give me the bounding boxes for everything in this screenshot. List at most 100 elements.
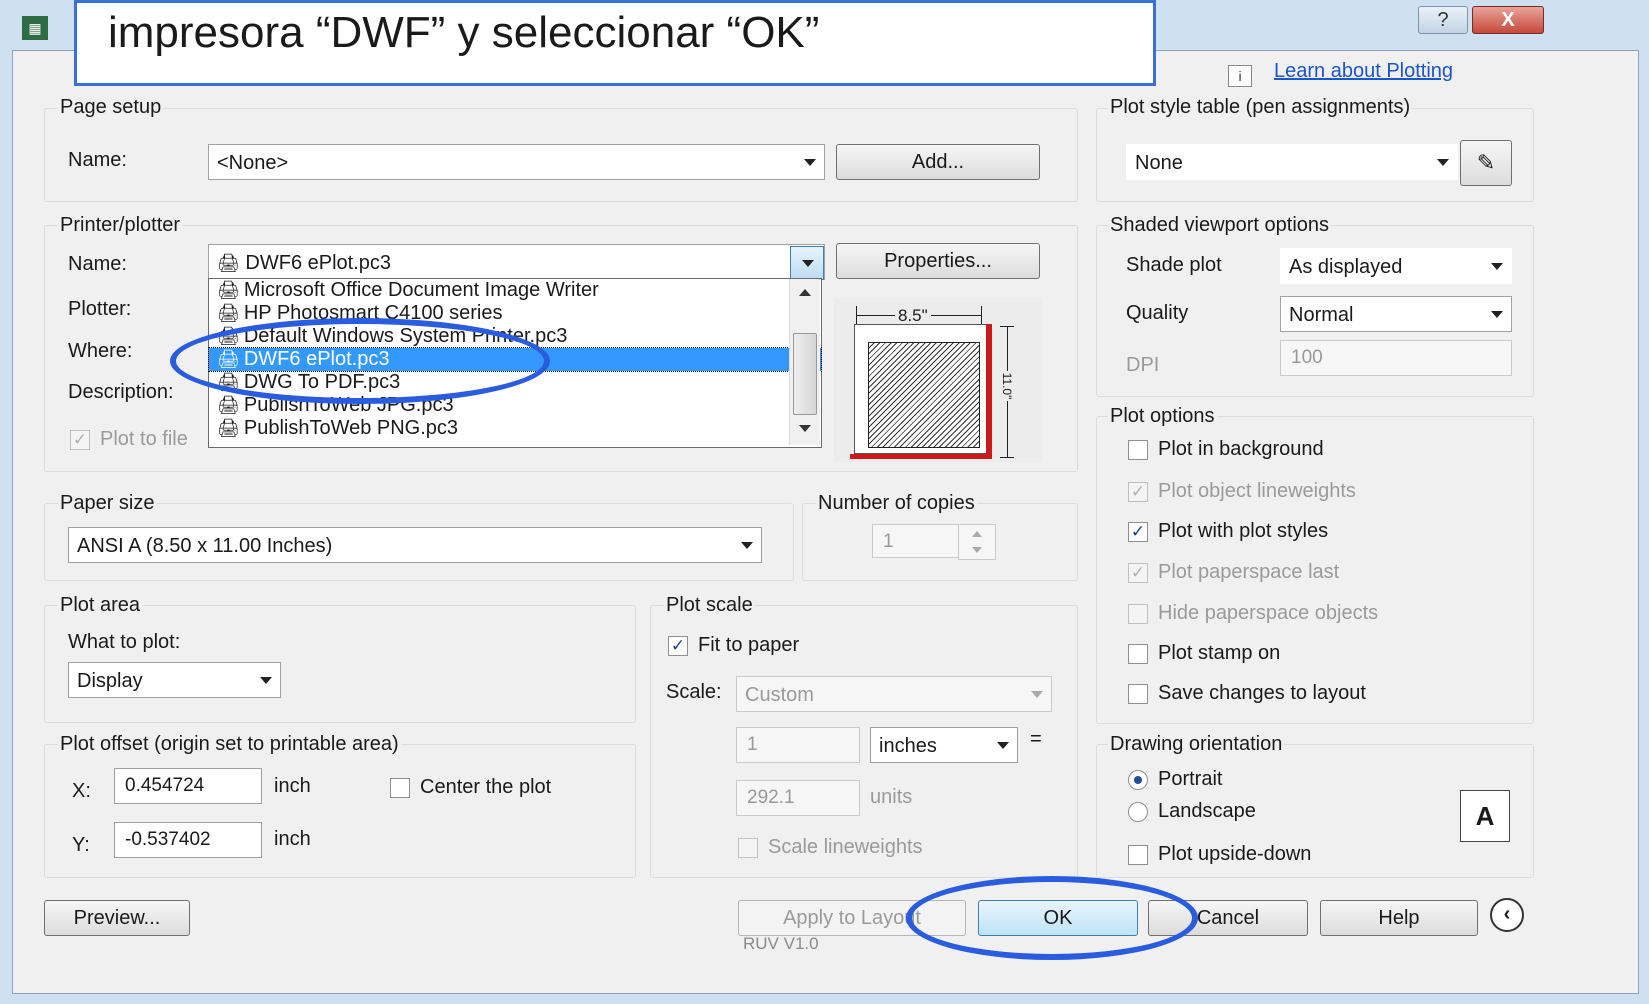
preview-button[interactable]: Preview... (44, 900, 190, 936)
plot-style-table-label: Plot style table (pen assignments) (1108, 96, 1413, 119)
scale-value2-input[interactable]: 292.1 (736, 780, 860, 816)
scale-unit-value: inches (879, 735, 937, 757)
chevron-down-icon (741, 542, 753, 549)
plot-scale-label: Plot scale (664, 594, 755, 617)
paper-height-dimension: 11.0" (1000, 326, 1014, 458)
paper-size-value: ANSI A (8.50 x 11.00 Inches) (77, 535, 333, 557)
landscape-radio-dot (1128, 801, 1148, 822)
plot-stamp-on-checkbox[interactable]: Plot stamp on (1128, 642, 1280, 665)
scale-unit-select[interactable]: inches (870, 727, 1018, 763)
close-icon: X (1501, 9, 1515, 31)
scroll-down-icon[interactable] (799, 425, 811, 432)
printer-name-select[interactable]: 🖨 DWF6 ePlot.pc3 (208, 244, 825, 280)
printer-option[interactable]: 🖨 PublishToWeb PNG.pc3 (209, 417, 821, 440)
fit-to-paper-checkbox[interactable]: ✓ Fit to paper (668, 634, 799, 657)
paper-width-dimension: 8.5" (856, 306, 982, 326)
scroll-up-icon[interactable] (799, 289, 811, 296)
printer-option[interactable]: 🖨 Microsoft Office Document Image Writer (209, 279, 821, 302)
copies-input[interactable]: 1 (872, 524, 960, 558)
quality-select[interactable]: Normal (1280, 296, 1512, 332)
plot-stamp-on-check (1128, 643, 1148, 664)
landscape-radio[interactable]: Landscape (1128, 800, 1256, 823)
landscape-label: Landscape (1158, 800, 1256, 822)
dpi-label: DPI (1126, 354, 1160, 376)
chevron-down-icon (802, 260, 814, 267)
portrait-radio[interactable]: Portrait (1128, 768, 1222, 791)
paper-size-label: Paper size (58, 492, 157, 515)
portrait-radio-dot (1128, 769, 1148, 790)
save-changes-to-layout-label: Save changes to layout (1158, 682, 1366, 704)
plotter-label: Plotter: (68, 298, 132, 320)
printer-icon: 🖨 (217, 253, 240, 273)
help-button[interactable]: Help (1320, 900, 1478, 936)
plot-paperspace-last-check: ✓ (1128, 562, 1148, 583)
units-label: units (870, 786, 913, 808)
x-unit-label: inch (274, 775, 311, 797)
scale-value: Custom (745, 684, 814, 706)
copies-label: Number of copies (816, 492, 977, 515)
hide-paperspace-objects-checkbox[interactable]: Hide paperspace objects (1128, 602, 1378, 625)
plot-with-plot-styles-checkbox[interactable]: ✓ Plot with plot styles (1128, 520, 1328, 543)
plot-object-lineweights-checkbox[interactable]: ✓ Plot object lineweights (1128, 480, 1356, 503)
y-offset-input[interactable]: -0.537402 (114, 822, 262, 858)
what-to-plot-select[interactable]: Display (68, 662, 281, 698)
shade-plot-select[interactable]: As displayed (1280, 248, 1512, 284)
scale-select[interactable]: Custom (736, 676, 1052, 712)
scale-lineweights-check (738, 837, 758, 858)
printer-option-label: PublishToWeb PNG.pc3 (243, 417, 459, 439)
fit-to-paper-label: Fit to paper (698, 634, 800, 656)
description-label: Description: (68, 381, 174, 403)
plot-in-background-label: Plot in background (1158, 438, 1324, 460)
scale-value1-input[interactable]: 1 (736, 727, 860, 763)
scroll-thumb[interactable] (793, 333, 817, 415)
fit-to-paper-check: ✓ (668, 635, 688, 656)
collapse-button[interactable]: ‹ (1490, 898, 1524, 932)
paper-height-label: 11.0" (1000, 371, 1014, 401)
center-plot-checkbox[interactable]: Center the plot (390, 776, 551, 799)
scale-label: Scale: (666, 681, 722, 703)
plot-upside-down-label: Plot upside-down (1158, 843, 1312, 865)
page-setup-name-select[interactable]: <None> (208, 144, 825, 180)
highlight-ellipse-dwf (170, 318, 550, 404)
paper-hatch (868, 342, 980, 448)
plot-area-label: Plot area (58, 594, 143, 617)
page-setup-name-label: Name: (68, 149, 127, 171)
x-offset-input[interactable]: 0.454724 (114, 768, 262, 804)
plot-to-file-checkbox[interactable]: ✓ Plot to file (70, 428, 188, 451)
dpi-input[interactable]: 100 (1280, 340, 1512, 376)
printer-name-label: Name: (68, 253, 127, 275)
chevron-down-icon (260, 677, 272, 684)
paper-margin-right (986, 324, 992, 458)
scale-lineweights-checkbox[interactable]: Scale lineweights (738, 836, 923, 859)
close-title-button[interactable]: X (1472, 6, 1544, 34)
plot-in-background-check (1128, 439, 1148, 460)
portrait-label: Portrait (1158, 768, 1223, 790)
help-title-button[interactable]: ? (1418, 6, 1468, 34)
learn-about-plotting-link[interactable]: Learn about Plotting (1274, 60, 1453, 83)
save-changes-to-layout-checkbox[interactable]: Save changes to layout (1128, 682, 1366, 705)
dropdown-scrollbar[interactable] (789, 279, 820, 445)
printer-icon: 🖨 (217, 395, 240, 415)
paper-margin-bottom (850, 454, 992, 459)
add-page-setup-button[interactable]: Add... (836, 144, 1040, 180)
plot-with-plot-styles-check: ✓ (1128, 521, 1148, 542)
hide-paperspace-objects-check (1128, 603, 1148, 624)
copies-spinner[interactable] (958, 524, 996, 560)
center-plot-check (390, 777, 410, 798)
spin-up-icon[interactable] (972, 531, 982, 537)
plot-stamp-on-label: Plot stamp on (1158, 642, 1281, 664)
info-icon: i (1228, 65, 1252, 87)
edit-plot-style-button[interactable]: ✎ (1460, 140, 1512, 186)
plot-upside-down-checkbox[interactable]: Plot upside-down (1128, 843, 1311, 866)
properties-button[interactable]: Properties... (836, 243, 1040, 279)
plot-style-select[interactable]: None (1126, 144, 1458, 180)
equals-sign: = (1030, 728, 1042, 750)
orientation-letter: A (1475, 801, 1495, 831)
spin-down-icon[interactable] (972, 547, 982, 553)
paper-size-select[interactable]: ANSI A (8.50 x 11.00 Inches) (68, 527, 762, 563)
plot-style-value: None (1135, 152, 1183, 174)
chevron-down-icon (804, 159, 816, 166)
printer-dropdown-arrow-button[interactable] (790, 246, 824, 280)
plot-paperspace-last-checkbox[interactable]: ✓ Plot paperspace last (1128, 561, 1339, 584)
plot-in-background-checkbox[interactable]: Plot in background (1128, 438, 1324, 461)
